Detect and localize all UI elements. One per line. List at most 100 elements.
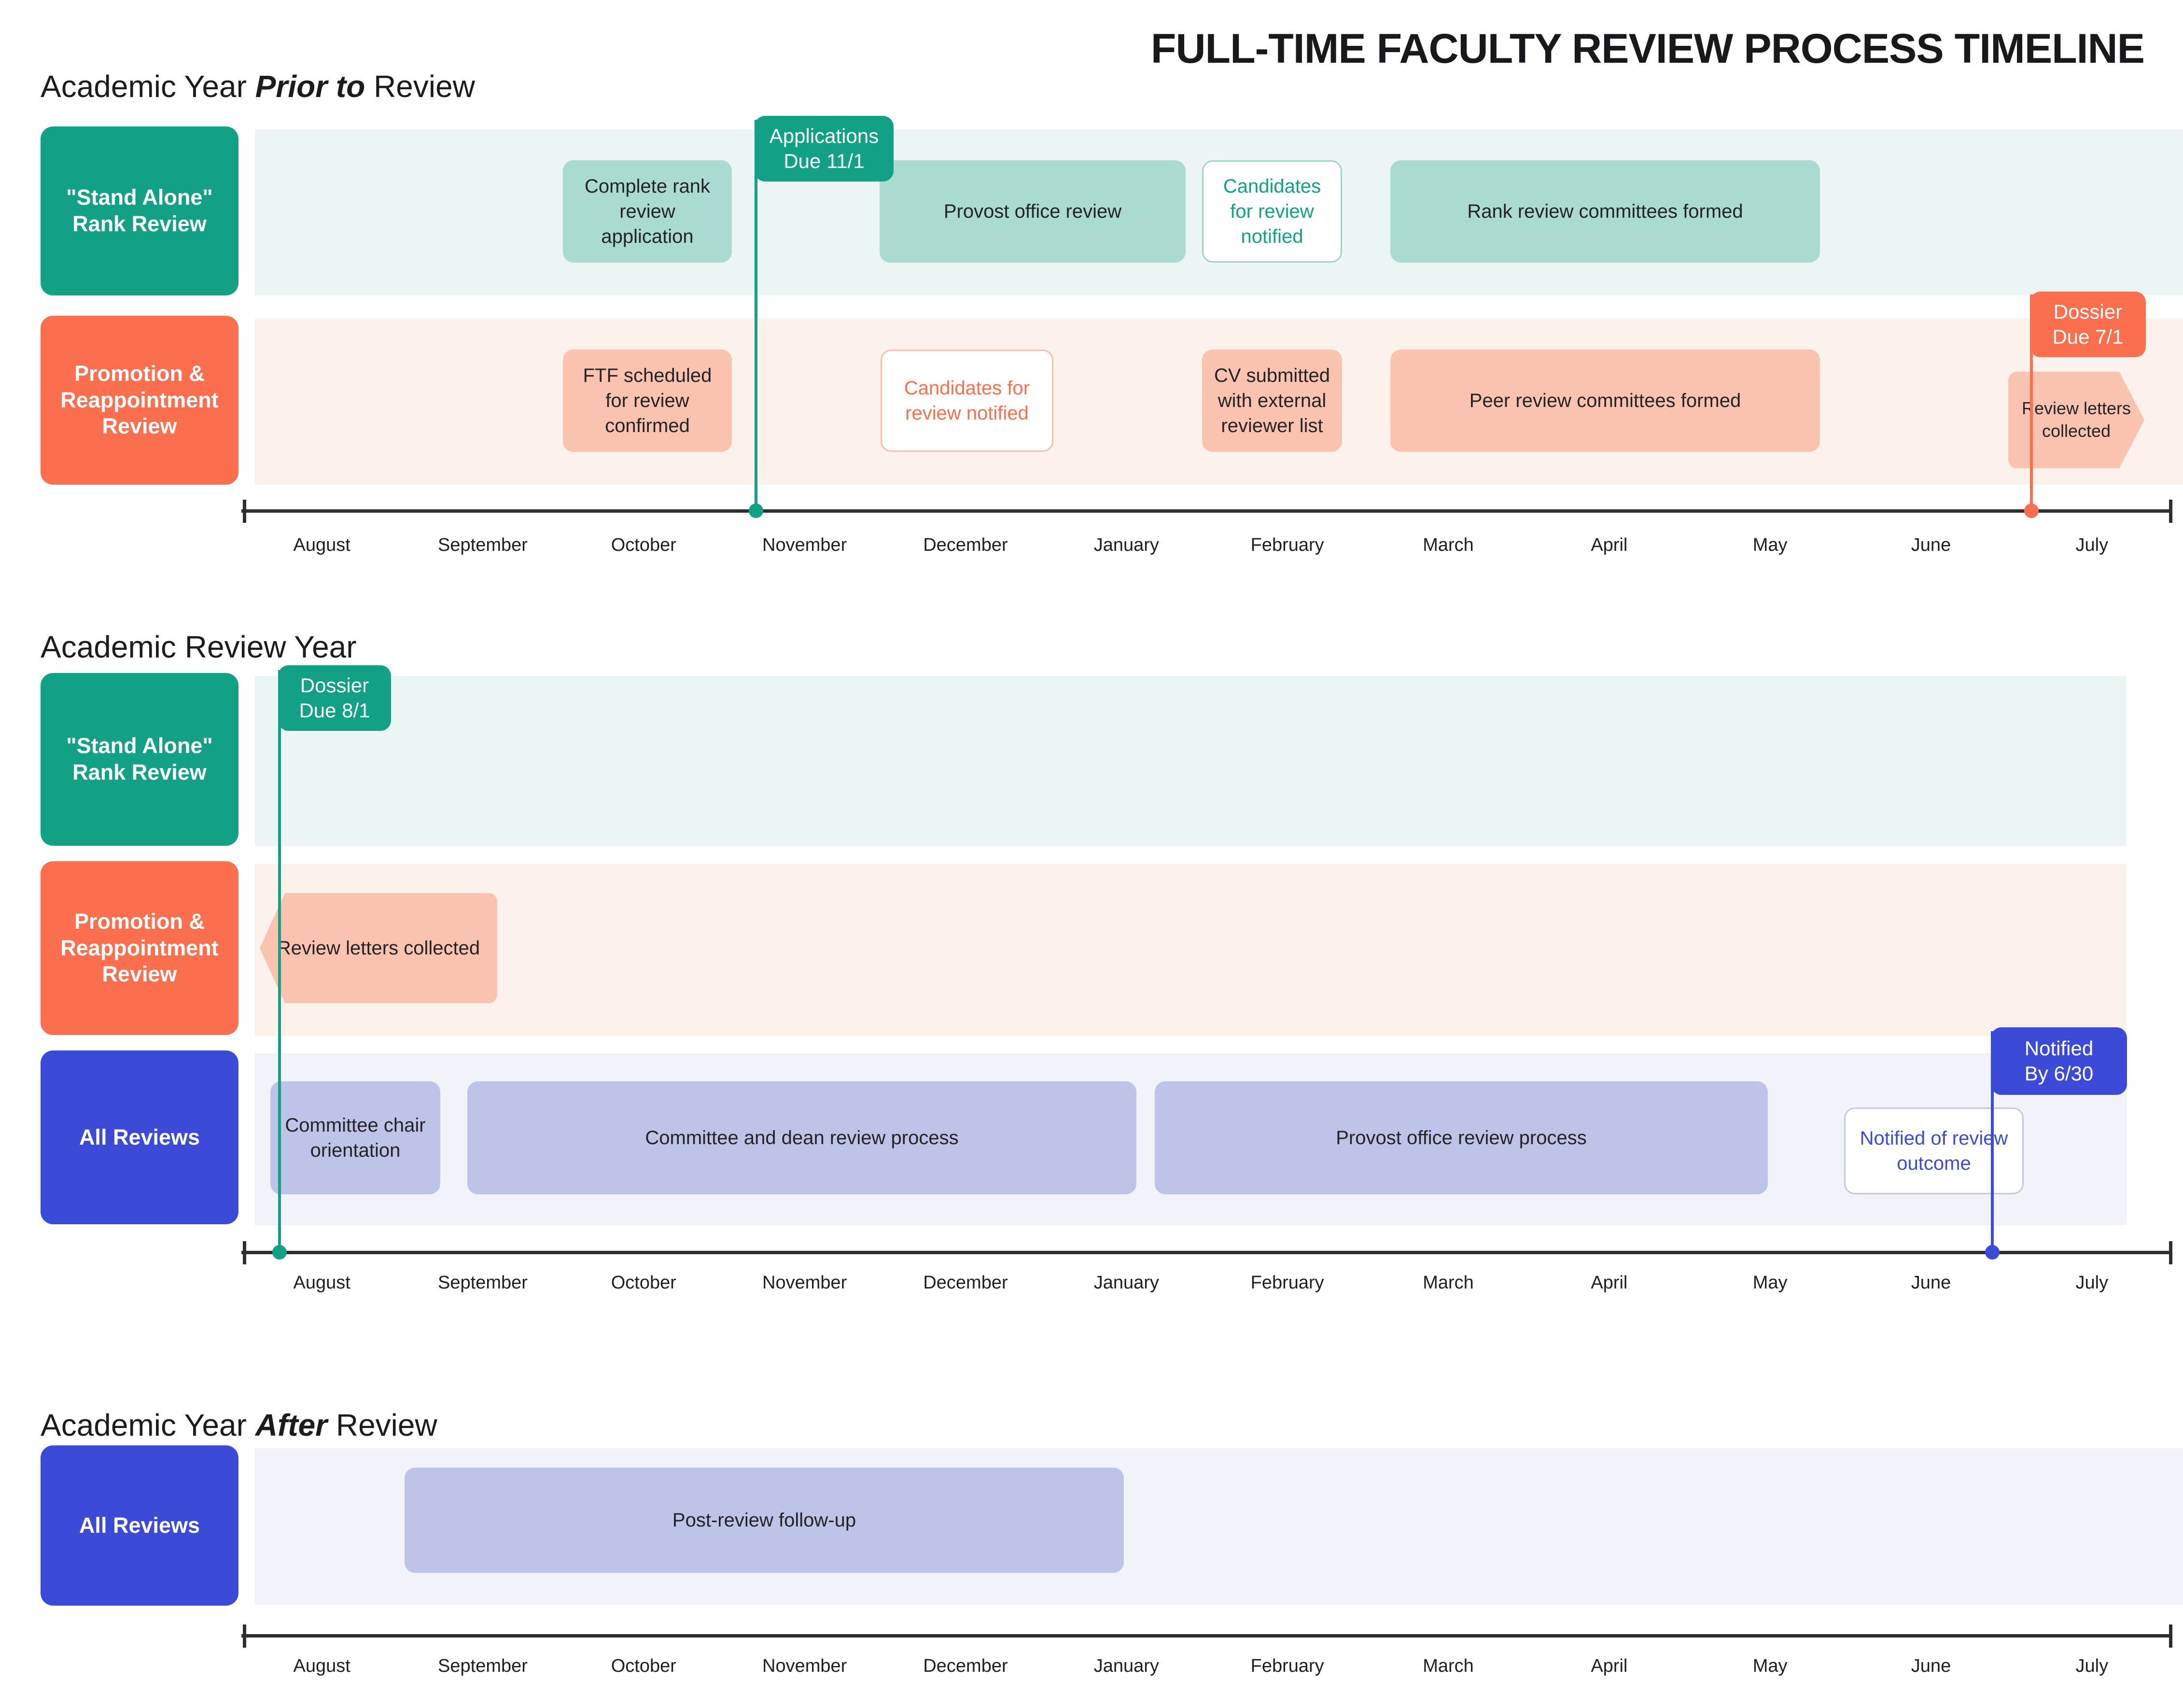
- task-box[interactable]: Complete rank review application: [563, 160, 732, 263]
- lane-label-allreviews-review: All Reviews: [41, 1050, 238, 1224]
- lane-band-promotion-review: [255, 864, 2127, 1036]
- axis-cap-start: [243, 500, 246, 523]
- lane-label-line1: All Reviews: [79, 1512, 200, 1538]
- task-box[interactable]: Rank review committees formed: [1390, 160, 1820, 263]
- lane-label-line3: Review: [102, 962, 177, 987]
- lane-band-standalone-review: [255, 676, 2127, 846]
- axis-cap-end: [2169, 1624, 2172, 1648]
- axis-cap-end: [2169, 500, 2172, 523]
- heading-emphasis: After: [255, 1408, 328, 1442]
- axis-month-label: September: [438, 535, 528, 555]
- lane-label-promotion-prior: Promotion & Reappointment Review: [41, 316, 238, 485]
- axis-month-label: October: [611, 535, 676, 555]
- task-box[interactable]: Notified of review outcome: [1844, 1107, 2024, 1194]
- axis-cap-start: [243, 1241, 246, 1264]
- axis-month-label: April: [1591, 1656, 1628, 1676]
- lane-label-allreviews-after: All Reviews: [41, 1445, 238, 1606]
- task-box[interactable]: CV submitted with external reviewer list: [1202, 350, 1342, 452]
- milestone-flag-notified-by[interactable]: Notified By 6/30: [1991, 1027, 2127, 1095]
- lane-label-standalone-review: "Stand Alone" Rank Review: [41, 673, 238, 846]
- milestone-dot: [2024, 504, 2039, 518]
- flag-line2: Due 8/1: [299, 699, 370, 722]
- axis-month-label: July: [2075, 535, 2109, 555]
- axis-month-label: April: [1591, 1273, 1628, 1293]
- axis-month-label: March: [1423, 1273, 1474, 1293]
- timeline-axis: [241, 509, 2172, 513]
- milestone-stem: [755, 120, 757, 511]
- axis-month-label: November: [762, 1273, 847, 1293]
- timeline-axis: [241, 1634, 2172, 1638]
- heading-emphasis: Prior to: [255, 69, 365, 104]
- milestone-dot: [749, 504, 763, 518]
- lane-label-promotion-review: Promotion & Reappointment Review: [41, 861, 238, 1035]
- flag-line1: Dossier: [2053, 300, 2123, 323]
- axis-month-label: July: [2075, 1273, 2109, 1293]
- axis-month-label: February: [1250, 535, 1324, 555]
- lane-label-line2: Reappointment: [60, 387, 219, 412]
- flag-line1: Notified: [2024, 1036, 2094, 1060]
- axis-month-label: October: [611, 1656, 676, 1676]
- task-box[interactable]: Provost office review: [880, 160, 1186, 263]
- milestone-flag-applications-due[interactable]: Applications Due 11/1: [755, 116, 894, 182]
- task-box[interactable]: Peer review committees formed: [1390, 350, 1820, 452]
- flag-line2: Due 11/1: [784, 150, 865, 172]
- axis-month-label: June: [1911, 535, 1951, 555]
- axis-month-label: December: [923, 1273, 1008, 1293]
- axis-month-label: May: [1752, 1656, 1788, 1676]
- page-title: FULL-TIME FACULTY REVIEW PROCESS TIMELIN…: [1150, 26, 2145, 72]
- timeline-axis: [241, 1251, 2172, 1254]
- flag-line2: Due 7/1: [2052, 325, 2124, 348]
- axis-month-label: October: [611, 1273, 676, 1293]
- axis-month-label: September: [438, 1656, 528, 1676]
- lane-label-line2: Rank Review: [72, 211, 207, 236]
- axis-month-label: March: [1423, 535, 1474, 555]
- milestone-dot: [1985, 1245, 2000, 1260]
- task-box[interactable]: Committee chair orientation: [270, 1081, 440, 1194]
- axis-month-label: September: [438, 1273, 528, 1293]
- axis-month-label: February: [1250, 1656, 1324, 1676]
- axis-month-label: November: [762, 535, 847, 555]
- task-box[interactable]: Candidates for review notified: [1202, 160, 1342, 263]
- heading-suffix: Review: [365, 69, 475, 104]
- heading-prefix: Academic Year: [41, 1408, 255, 1442]
- flag-line2: By 6/30: [2024, 1062, 2094, 1085]
- milestone-flag-dossier-due[interactable]: Dossier Due 8/1: [278, 665, 391, 731]
- axis-month-label: April: [1591, 535, 1628, 555]
- axis-cap-start: [243, 1624, 246, 1648]
- heading-prefix: Academic Review Year: [41, 630, 357, 664]
- axis-month-label: July: [2075, 1656, 2109, 1676]
- task-box[interactable]: Candidates for review notified: [881, 350, 1053, 452]
- flag-line1: Applications: [769, 124, 879, 147]
- axis-month-label: August: [293, 535, 350, 555]
- section-heading-prior: Academic Year Prior to Review: [41, 69, 475, 104]
- task-box-continuation[interactable]: Review letters collected: [260, 893, 497, 1003]
- axis-month-label: June: [1911, 1273, 1951, 1293]
- flag-line1: Dossier: [300, 673, 369, 697]
- lane-label-line1: "Stand Alone": [66, 185, 213, 210]
- task-box[interactable]: FTF scheduled for review confirmed: [563, 350, 732, 452]
- heading-prefix: Academic Year: [41, 69, 255, 104]
- axis-month-label: May: [1752, 535, 1788, 555]
- section-heading-after: Academic Year After Review: [41, 1407, 437, 1443]
- timeline-infographic: FULL-TIME FACULTY REVIEW PROCESS TIMELIN…: [0, 0, 2183, 1708]
- axis-cap-end: [2169, 1241, 2172, 1264]
- milestone-dot: [272, 1245, 287, 1260]
- lane-label-line1: Promotion &: [74, 909, 205, 934]
- axis-month-label: January: [1093, 535, 1159, 555]
- lane-label-line1: Promotion &: [74, 361, 205, 386]
- milestone-flag-dossier-due[interactable]: Dossier Due 7/1: [2030, 292, 2146, 357]
- task-box[interactable]: Provost office review process: [1155, 1081, 1768, 1194]
- axis-month-label: August: [293, 1656, 350, 1676]
- task-box[interactable]: Committee and dean review process: [467, 1081, 1136, 1194]
- axis-month-label: May: [1752, 1273, 1788, 1293]
- axis-month-label: June: [1911, 1656, 1951, 1676]
- axis-month-label: January: [1093, 1273, 1159, 1293]
- milestone-stem: [278, 670, 281, 1249]
- axis-month-label: November: [762, 1656, 847, 1676]
- axis-month-label: February: [1250, 1273, 1324, 1293]
- section-heading-review: Academic Review Year: [41, 629, 357, 665]
- task-box[interactable]: Post-review follow-up: [405, 1468, 1124, 1573]
- task-box-continuation[interactable]: Review letters collected: [2008, 372, 2144, 468]
- lane-label-line2: Rank Review: [72, 760, 207, 784]
- axis-month-label: August: [293, 1273, 350, 1293]
